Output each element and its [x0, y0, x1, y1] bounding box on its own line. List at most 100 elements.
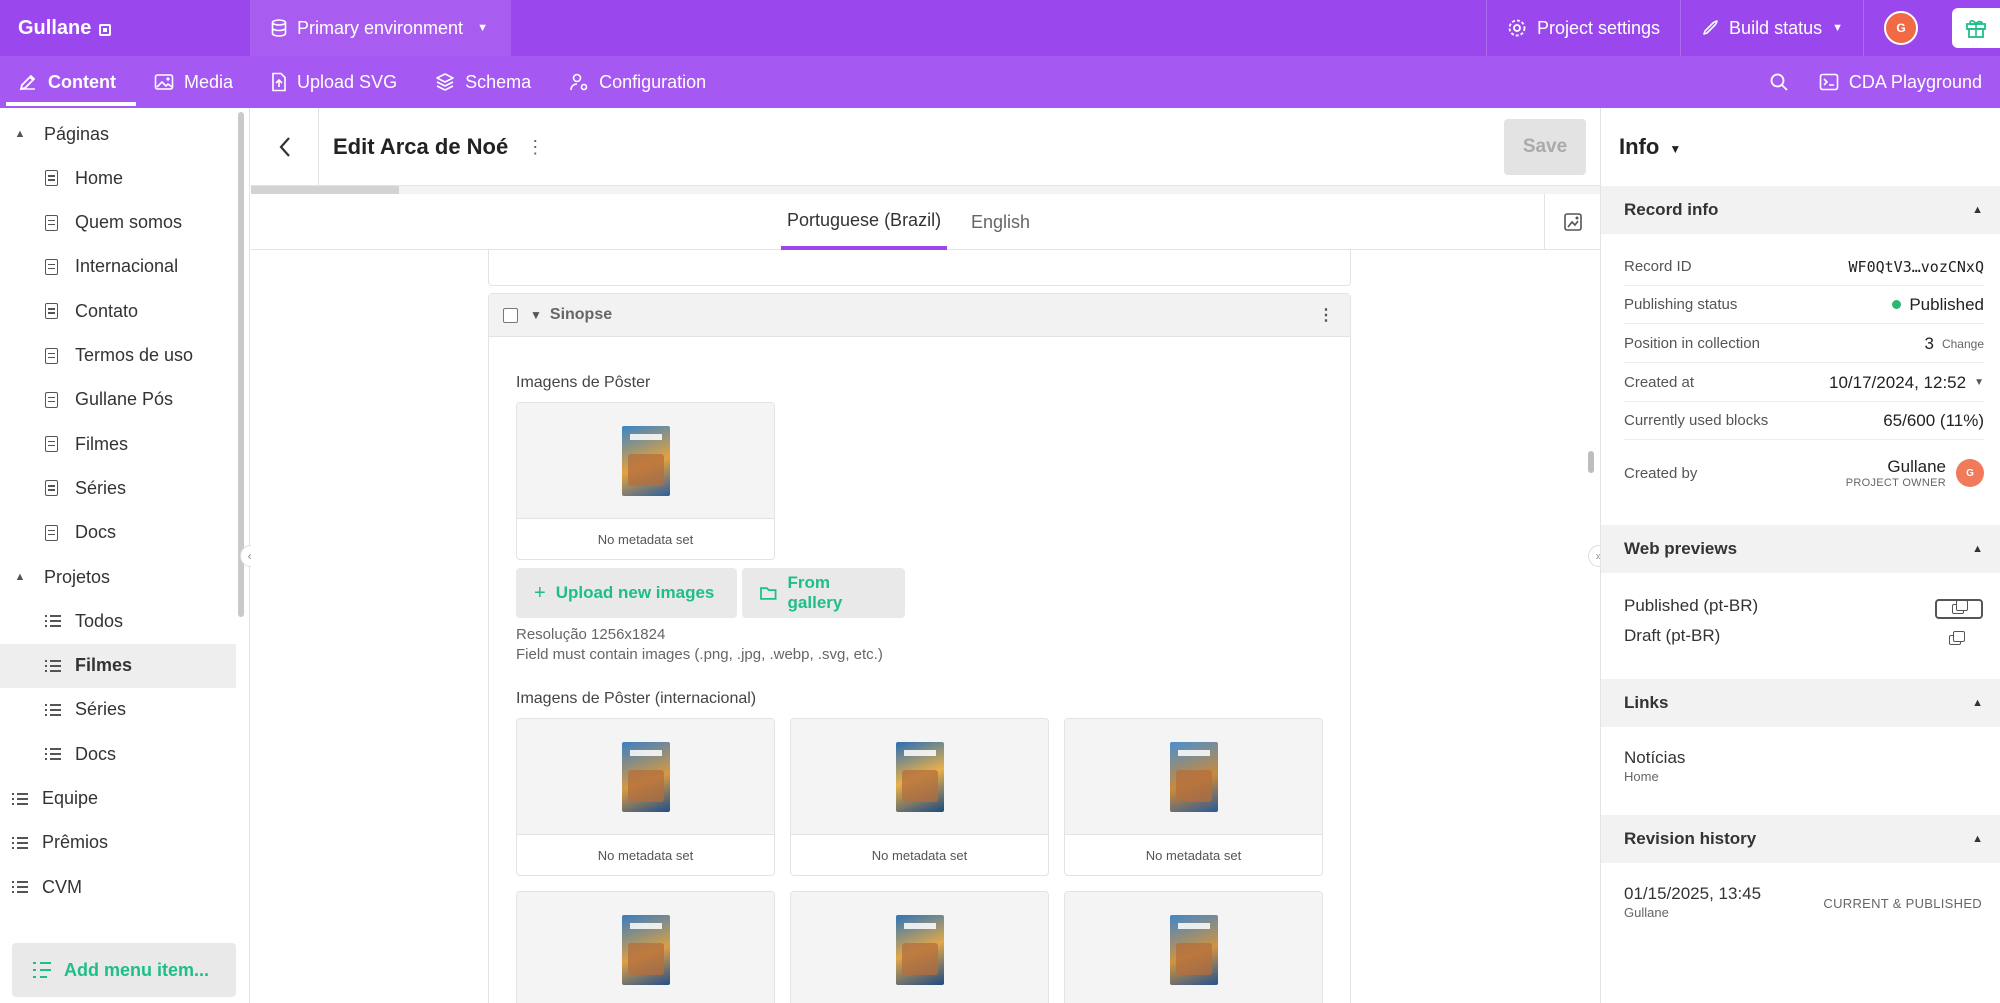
sidebar-item-label: Filmes [75, 433, 128, 454]
tab-configuration[interactable]: Configuration [551, 56, 726, 108]
editor-header: Edit Arca de Noé ⋮ Save [251, 107, 1600, 186]
tab-upload-svg[interactable]: Upload SVG [253, 56, 417, 108]
used-blocks-value: 65/600 (11%) [1883, 410, 1984, 430]
sidebar-item-label: Prêmios [42, 832, 109, 853]
sidebar-item-todos[interactable]: Todos [0, 599, 236, 643]
search-icon[interactable] [1769, 72, 1789, 92]
intl-poster-card[interactable]: No metadata set [1064, 718, 1323, 876]
preview-draft-link[interactable]: Draft (pt-BR) [1624, 626, 1720, 646]
copy-published-button[interactable] [1935, 599, 1983, 619]
intl-poster-card[interactable]: No metadata set [516, 718, 775, 876]
caret-expanded-icon: ▲ [14, 571, 26, 583]
caret-down-icon[interactable]: ▼ [530, 308, 542, 322]
back-button[interactable] [251, 107, 319, 186]
sidebar-item-séries[interactable]: Séries [0, 688, 236, 732]
sidebar-item-termos-de-uso[interactable]: Termos de uso [0, 334, 236, 378]
project-settings-button[interactable]: Project settings [1485, 0, 1680, 56]
block-checkbox[interactable] [503, 307, 518, 323]
block-header[interactable]: ▼ Sinopse ⋮ [489, 294, 1350, 337]
block-title: Sinopse [549, 306, 613, 323]
created-at-label: Created at [1624, 374, 1695, 391]
sidebar-item-projetos[interactable]: ▲ Projetos [0, 555, 236, 599]
sidebar-item-quem-somos[interactable]: Quem somos [0, 201, 236, 245]
tab-locale-en[interactable]: English [971, 194, 1030, 250]
revision-author: Gullane [1624, 905, 1669, 920]
info-panel-header[interactable]: Info ▼ [1601, 108, 2000, 186]
sidebar-item-equipe[interactable]: Equipe [0, 777, 236, 821]
plus-icon: + [534, 581, 546, 604]
tab-media-label: Media [183, 71, 234, 92]
upload-new-images-button[interactable]: + Upload new images [516, 568, 737, 618]
metadata-status: No metadata set [1145, 847, 1242, 863]
sidebar-item-páginas[interactable]: ▲ Páginas [0, 112, 236, 156]
tab-media[interactable]: Media [136, 56, 253, 108]
user-menu[interactable]: G [1863, 0, 1938, 56]
chevron-down-icon[interactable]: ▼ [1974, 377, 1984, 388]
project-brand[interactable]: Gullane [0, 0, 251, 56]
record-id-value[interactable]: WF0QtV3…vozCNxQ [1849, 258, 1984, 276]
record-info-header[interactable]: Record info ▲ [1601, 186, 2000, 234]
revision-date[interactable]: 01/15/2025, 13:45 [1624, 884, 1761, 904]
poster-thumbnail [895, 741, 944, 812]
sidebar-item-cvm[interactable]: CVM [0, 865, 236, 909]
used-blocks-row: Currently used blocks 65/600 (11%) [1624, 402, 1984, 440]
revision-history-header[interactable]: Revision history ▲ [1601, 815, 2000, 863]
info-title: Info [1619, 134, 1660, 159]
web-previews-header[interactable]: Web previews ▲ [1601, 525, 2000, 573]
preview-published-link[interactable]: Published (pt-BR) [1624, 596, 1758, 616]
document-icon [45, 436, 58, 453]
sidebar-item-prêmios[interactable]: Prêmios [0, 821, 236, 865]
gift-button[interactable] [1952, 8, 2000, 48]
upload-file-icon [272, 72, 286, 92]
sidebar-item-docs[interactable]: Docs [0, 511, 236, 555]
sidebar-item-filmes[interactable]: Filmes [0, 643, 236, 688]
sidebar-item-gullane-pós[interactable]: Gullane Pós [0, 378, 236, 422]
add-menu-item-button[interactable]: Add menu item... [12, 943, 236, 997]
publishing-status-label: Publishing status [1624, 296, 1738, 313]
intl-poster-card[interactable]: No metadata set [516, 891, 775, 1003]
intl-poster-card[interactable]: No metadata set [1064, 891, 1323, 1003]
tab-schema[interactable]: Schema [417, 56, 551, 108]
layers-icon [436, 73, 454, 91]
more-options-icon[interactable]: ⋮ [526, 138, 544, 156]
sidebar-item-filmes[interactable]: Filmes [0, 422, 236, 466]
horizontal-scrollbar[interactable] [251, 186, 1600, 194]
sidebar-item-home[interactable]: Home [0, 156, 236, 200]
sidebar-item-contato[interactable]: Contato [0, 289, 236, 333]
intl-poster-card[interactable]: No metadata set [790, 891, 1049, 1003]
chevron-down-icon: ▼ [1832, 22, 1843, 34]
record-info-title: Record info [1624, 200, 1719, 219]
from-gallery-button[interactable]: From gallery [742, 568, 905, 618]
link-item-title[interactable]: Notícias [1624, 748, 1685, 768]
cda-playground-label: CDA Playground [1848, 71, 1982, 92]
project-name: Gullane [18, 16, 92, 39]
sidebar-item-séries[interactable]: Séries [0, 466, 236, 510]
content-scrollbar[interactable] [1588, 451, 1594, 473]
poster-intl-field-label: Imagens de Pôster (internacional) [516, 690, 757, 707]
sidebar-item-label: Projetos [44, 566, 111, 587]
document-icon [45, 347, 58, 364]
cda-playground-button[interactable]: CDA Playground [1819, 72, 1982, 93]
environment-selector[interactable]: Primary environment ▼ [251, 0, 511, 56]
links-header[interactable]: Links ▲ [1601, 679, 2000, 727]
field-hint: Resolução 1256x1824 Field must contain i… [516, 625, 883, 665]
poster-image-card[interactable]: No metadata set [516, 402, 775, 560]
save-button[interactable]: Save [1504, 119, 1586, 175]
project-switch-icon [99, 23, 112, 36]
locale-settings-button[interactable] [1544, 194, 1600, 250]
sidebar-item-label: Contato [75, 300, 139, 321]
from-gallery-label: From gallery [787, 573, 843, 612]
list-icon [45, 659, 61, 673]
sidebar-item-docs[interactable]: Docs [0, 732, 236, 776]
copy-icon[interactable] [1949, 631, 1965, 645]
change-position-link[interactable]: Change [1942, 337, 1984, 351]
intl-poster-card[interactable]: No metadata set [790, 718, 1049, 876]
tab-content[interactable]: Content [0, 56, 136, 108]
build-status-button[interactable]: Build status ▼ [1680, 0, 1863, 56]
rocket-icon [1703, 20, 1718, 35]
block-menu-icon[interactable]: ⋮ [1318, 305, 1334, 325]
caret-up-icon: ▲ [1972, 833, 1983, 845]
sidebar-item-internacional[interactable]: Internacional [0, 245, 236, 289]
tab-locale-pt-br[interactable]: Portuguese (Brazil) [781, 194, 948, 250]
sidebar-scrollbar[interactable] [238, 112, 244, 617]
